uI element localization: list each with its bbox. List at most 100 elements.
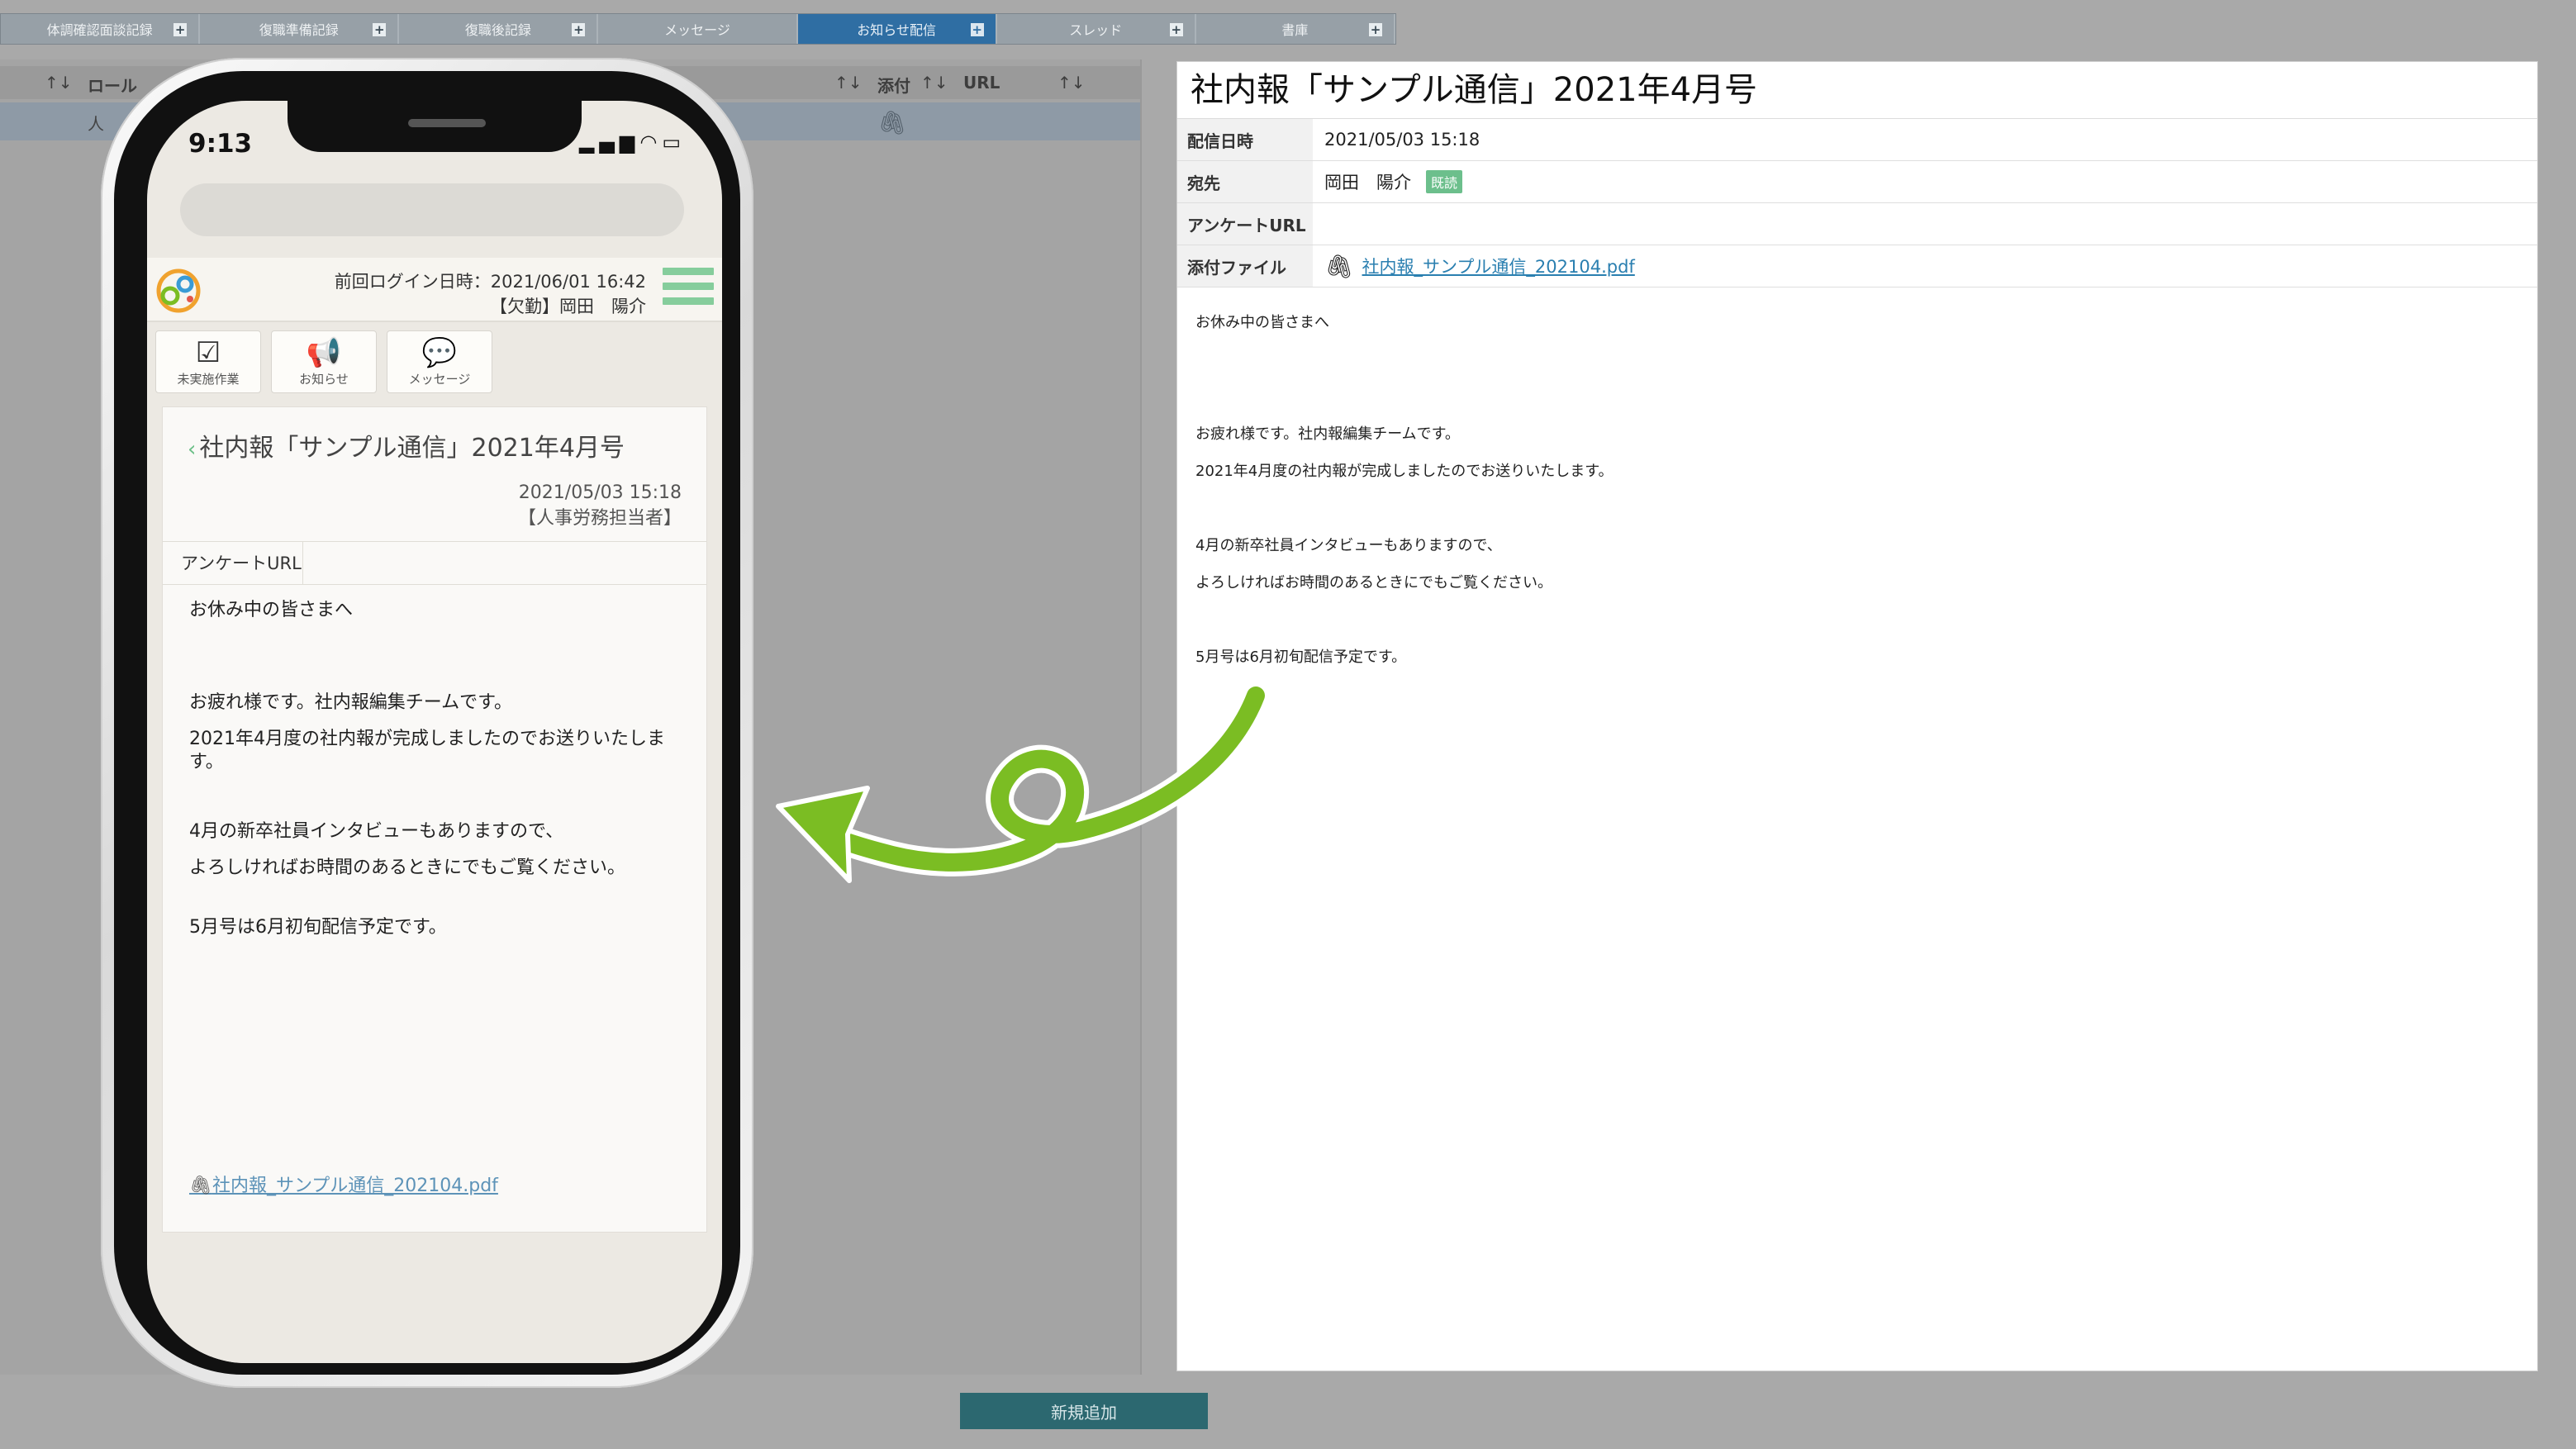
card-meta: 2021/05/03 15:18 【人事労務担当者】 [518, 480, 682, 531]
nav-label: 未実施作業 [177, 371, 240, 387]
nav-pending-tasks[interactable]: ☑ 未実施作業 [155, 330, 261, 393]
plus-icon[interactable]: + [173, 23, 188, 36]
phone-mockup: 9:13 ▂▄▆◠▭ 前回ログイン日時：2021/06/01 16:42 【欠勤… [101, 58, 753, 1388]
tab-label: 復職後記録 [464, 22, 531, 38]
tab-bar: 体調確認面談記録 + 復職準備記録 + 復職後記録 + メッセージ お知らせ配信 + ス… [0, 13, 1396, 45]
body-line: お疲れ様です。社内報編集チームです。 [1195, 425, 1460, 443]
tab-label: 体調確認面談記録 [46, 22, 153, 38]
add-new-button[interactable]: 新規追加 [960, 1393, 1208, 1429]
body-line [1195, 378, 2519, 416]
column-url[interactable]: URL [963, 73, 1000, 93]
card-date: 2021/05/03 15:18 [518, 482, 682, 503]
phone-screen: 9:13 ▂▄▆◠▭ 前回ログイン日時：2021/06/01 16:42 【欠勤… [147, 101, 722, 1363]
card-attachment[interactable]: 🖇社内報_サンプル通信_202104.pdf [189, 1171, 498, 1197]
sort-icon[interactable]: ↑↓ [45, 73, 73, 93]
recipient-value: 岡田 陽介 [1324, 173, 1411, 192]
card-body: お休み中の皆さまへ お疲れ様です。社内報編集チームです。 2021年4月度の社内… [189, 599, 685, 939]
date-label: 配信日時 [1177, 119, 1313, 160]
login-info: 前回ログイン日時：2021/06/01 16:42 【欠勤】岡田 陽介 [335, 269, 646, 319]
date-value: 2021/05/03 15:18 [1324, 130, 1480, 150]
announcement-detail: 社内報「サンプル通信」2021年4月号 配信日時 2021/05/03 15:1… [1176, 61, 2538, 1371]
tab-thread[interactable]: スレッド + [996, 14, 1196, 44]
body-line [1195, 341, 2519, 378]
column-attachment[interactable]: 添付 [877, 73, 910, 97]
attachment-label: 添付ファイル [1177, 245, 1313, 287]
user-status: 【欠勤】岡田 陽介 [490, 297, 646, 316]
body-line: お疲れ様です。社内報編集チームです。 [189, 692, 512, 713]
body-line: 2021年4月度の社内報が完成しましたのでお送りいたします。 [1195, 463, 1614, 480]
body-line: よろしければお時間のあるときにでもご覧ください。 [1195, 574, 1552, 591]
sort-icon[interactable]: ↑↓ [834, 73, 863, 93]
nav-announcements[interactable]: 📢 お知らせ [271, 330, 377, 393]
divider [163, 584, 706, 585]
attachment-link[interactable]: 社内報_サンプル通信_202104.pdf [1362, 254, 1635, 278]
tab-label: お知らせ配信 [857, 22, 936, 38]
nav-messages[interactable]: 💬 メッセージ [387, 330, 492, 393]
tab-health-interview[interactable]: 体調確認面談記録 + [1, 14, 201, 44]
back-chevron-icon[interactable]: ‹ [188, 437, 196, 462]
announcement-card: ‹ 社内報「サンプル通信」2021年4月号 2021/05/03 15:18 【人… [162, 406, 707, 1233]
detail-title: 社内報「サンプル通信」2021年4月号 [1177, 62, 2537, 119]
card-title: ‹ 社内報「サンプル通信」2021年4月号 [188, 427, 625, 463]
status-icons: ▂▄▆◠▭ [579, 131, 686, 154]
survey-label: アンケートURL [1177, 203, 1313, 245]
phone-bezel: 9:13 ▂▄▆◠▭ 前回ログイン日時：2021/06/01 16:42 【欠勤… [114, 71, 740, 1375]
tab-message[interactable]: メッセージ [598, 14, 798, 44]
app-logo-icon [156, 268, 201, 313]
detail-body: お休み中の皆さまへ お疲れ様です。社内報編集チームです。 2021年4月度の社内… [1177, 287, 2537, 692]
tab-return-prep[interactable]: 復職準備記録 + [200, 14, 400, 44]
browser-url-bar[interactable] [180, 183, 684, 236]
tab-after-return[interactable]: 復職後記録 + [399, 14, 599, 44]
sort-icon[interactable]: ↑↓ [1057, 73, 1086, 93]
row-role: 人 [88, 114, 104, 134]
body-line: 4月の新卒社員インタビューもありますので、 [1195, 537, 1502, 554]
wifi-icon: ◠ [639, 131, 663, 154]
plus-icon[interactable]: + [572, 23, 586, 36]
tab-label: 書庫 [1281, 22, 1309, 38]
sort-icon[interactable]: ↑↓ [920, 73, 948, 93]
hamburger-menu-icon[interactable] [663, 268, 714, 314]
status-time: 9:13 [188, 129, 253, 159]
app-header: 前回ログイン日時：2021/06/01 16:42 【欠勤】岡田 陽介 [147, 258, 722, 322]
detail-row-attachment: 添付ファイル 🖇 社内報_サンプル通信_202104.pdf [1177, 245, 2537, 287]
body-line: 5月号は6月初旬配信予定です。 [1195, 648, 1407, 666]
body-line: 2021年4月度の社内報が完成しましたのでお送りいたします。 [189, 729, 665, 772]
body-line [1195, 490, 2519, 527]
plus-icon[interactable]: + [970, 23, 984, 36]
card-title-text: 社内報「サンプル通信」2021年4月号 [199, 434, 625, 463]
paperclip-icon: 🖇 [1324, 252, 1354, 280]
tab-label: メッセージ [664, 22, 730, 38]
body-line [1195, 601, 2519, 639]
attachment-link[interactable]: 社内報_サンプル通信_202104.pdf [212, 1176, 498, 1196]
body-greeting: お休み中の皆さまへ [189, 600, 354, 620]
paperclip-icon: 🖇 [189, 1176, 212, 1196]
detail-row-recipient: 宛先 岡田 陽介 既読 [1177, 161, 2537, 203]
tab-announcement[interactable]: お知らせ配信 + [797, 14, 997, 44]
body-line: 5月号は6月初旬配信予定です。 [189, 917, 447, 938]
megaphone-icon: 📢 [306, 335, 342, 369]
read-badge: 既読 [1426, 170, 1463, 193]
column-role[interactable]: ロール [88, 73, 137, 97]
speaker [408, 119, 486, 127]
tab-label: 復職準備記録 [259, 22, 339, 38]
home-area [147, 1314, 722, 1363]
plus-icon[interactable]: + [1169, 23, 1183, 36]
curved-arrow-icon [776, 686, 1270, 883]
detail-row-survey: アンケートURL [1177, 203, 2537, 245]
app-nav: ☑ 未実施作業 📢 お知らせ 💬 メッセージ [155, 330, 492, 393]
plus-icon[interactable]: + [373, 23, 387, 36]
body-line: よろしければお時間のあるときにでもご覧ください。 [189, 858, 626, 878]
phone-notch [288, 101, 582, 152]
signal-icon: ▂▄▆ [578, 131, 640, 154]
tab-survey-url[interactable]: アンケートURL [163, 541, 303, 584]
body-line: 4月の新卒社員インタビューもありますので、 [189, 821, 564, 842]
tab-label: スレッド [1069, 22, 1123, 38]
body-line: お休み中の皆さまへ [1195, 314, 1329, 331]
nav-label: お知らせ [299, 371, 349, 387]
battery-icon: ▭ [662, 131, 686, 154]
check-icon: ☑ [195, 335, 221, 369]
detail-row-date: 配信日時 2021/05/03 15:18 [1177, 119, 2537, 161]
plus-icon[interactable]: + [1368, 23, 1382, 36]
tab-library[interactable]: 書庫 + [1195, 14, 1395, 44]
recipient-label: 宛先 [1177, 161, 1313, 202]
